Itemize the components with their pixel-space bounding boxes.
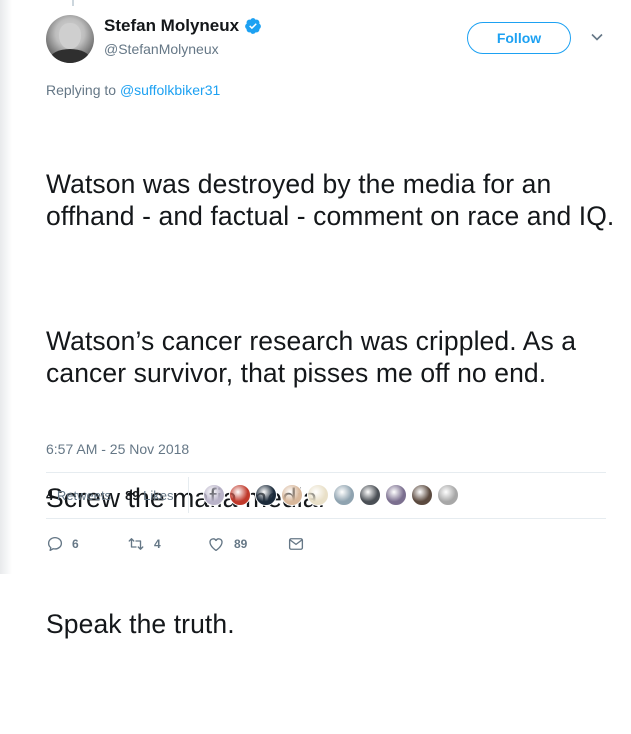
tweet-paragraph: Watson’s cancer research was crippled. A… xyxy=(46,326,584,388)
liker-avatar[interactable] xyxy=(254,484,277,506)
stats-separator xyxy=(187,477,189,513)
reply-context-prefix: Replying to xyxy=(46,82,120,98)
avatar-shoulders xyxy=(50,49,90,63)
tweet: Stefan Molyneux @StefanMolyneux Follow R… xyxy=(46,0,614,639)
chevron-down-icon[interactable] xyxy=(590,30,604,44)
liker-avatar[interactable] xyxy=(228,484,251,506)
likes-stat-label: Likes xyxy=(143,487,174,503)
reply-icon xyxy=(47,536,63,552)
retweet-count: 4 xyxy=(154,537,161,551)
liker-avatar[interactable] xyxy=(384,484,407,506)
avatar-face xyxy=(59,23,81,49)
page-edge xyxy=(0,0,12,574)
reply-action[interactable]: 6 xyxy=(46,535,126,553)
envelope-icon xyxy=(288,538,304,550)
likes-stat-count: 89 xyxy=(125,487,140,503)
tweet-actions: 6 4 89 xyxy=(46,530,606,558)
retweets-stat-label: Retweets xyxy=(56,487,112,503)
retweet-icon xyxy=(128,538,144,550)
retweet-action[interactable]: 4 xyxy=(126,535,206,553)
tweet-text: Watson was destroyed by the media for an… xyxy=(46,106,616,734)
author-names: Stefan Molyneux @StefanMolyneux xyxy=(104,16,262,58)
likes-stat[interactable]: 89 Likes xyxy=(125,488,173,503)
tweet-timestamp[interactable]: 6:57 AM - 25 Nov 2018 xyxy=(46,441,189,457)
liker-avatar[interactable] xyxy=(202,484,225,506)
author-display-name-row[interactable]: Stefan Molyneux xyxy=(104,16,262,36)
liker-avatar[interactable] xyxy=(410,484,433,506)
tweet-paragraph: Watson was destroyed by the media for an… xyxy=(46,169,615,231)
divider xyxy=(46,518,606,519)
tweet-stats: 4 Retweets 89 Likes xyxy=(46,473,606,517)
liker-avatar[interactable] xyxy=(280,484,303,506)
retweets-stat-count: 4 xyxy=(46,487,54,503)
heart-icon xyxy=(209,538,223,552)
liker-avatars xyxy=(202,484,463,506)
like-count: 89 xyxy=(234,537,248,551)
direct-message-action[interactable] xyxy=(286,535,366,553)
retweets-stat[interactable]: 4 Retweets xyxy=(46,488,111,503)
liker-avatar[interactable] xyxy=(436,484,459,506)
reply-context-handle-link[interactable]: @suffolkbiker31 xyxy=(120,82,220,98)
author-display-name[interactable]: Stefan Molyneux xyxy=(104,16,239,36)
verified-badge-icon xyxy=(245,18,261,34)
tweet-header: Stefan Molyneux @StefanMolyneux Follow xyxy=(46,10,606,66)
follow-button[interactable]: Follow xyxy=(467,22,571,54)
tweet-paragraph: Speak the truth. xyxy=(46,608,235,639)
liker-avatar[interactable] xyxy=(306,484,329,506)
author-screen-name[interactable]: @StefanMolyneux xyxy=(104,40,262,58)
liker-avatar[interactable] xyxy=(332,484,355,506)
like-action[interactable]: 89 xyxy=(206,535,286,553)
liker-avatar[interactable] xyxy=(358,484,381,506)
avatar[interactable] xyxy=(46,15,94,63)
reply-count: 6 xyxy=(72,537,79,551)
reply-context: Replying to @suffolkbiker31 xyxy=(46,82,220,98)
